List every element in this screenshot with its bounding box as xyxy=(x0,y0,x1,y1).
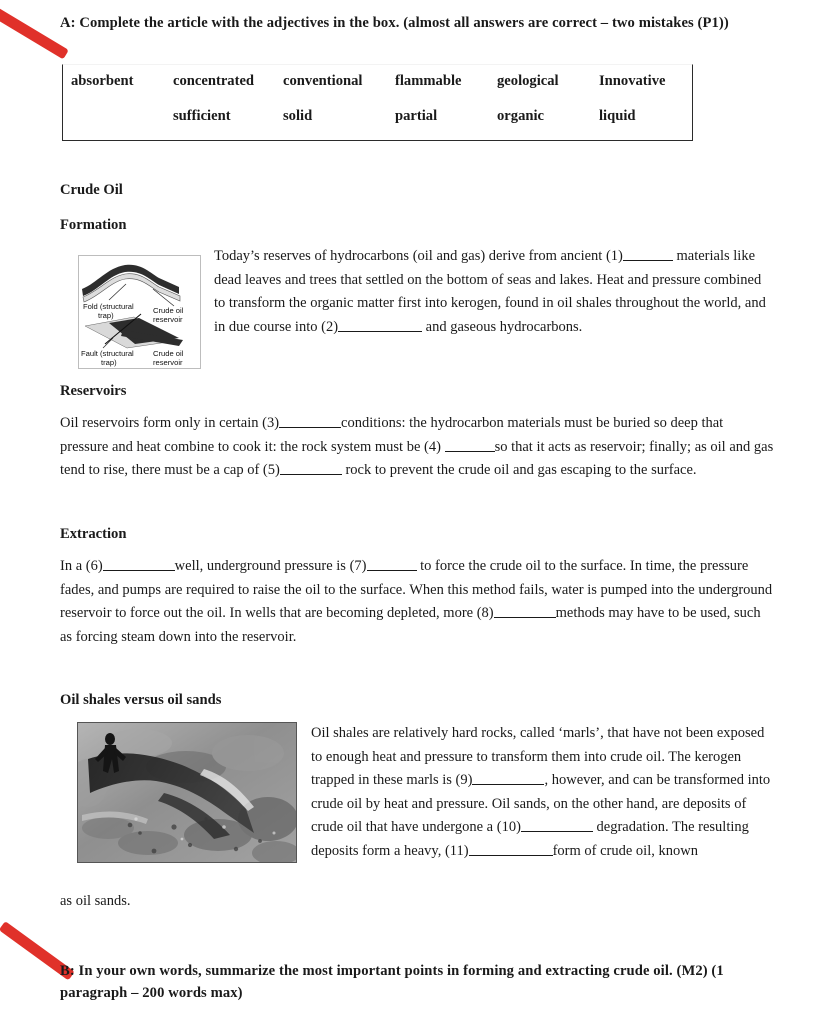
extraction-text-1: In a (6) xyxy=(60,558,103,574)
oil-shales-continuation: as oil sands. xyxy=(60,893,131,909)
task-b-heading: B: In your own words, summarize the most… xyxy=(60,963,724,1001)
extraction-paragraph: In a (6) well, underground pressure is (7… xyxy=(60,555,774,649)
answer-blank-7[interactable] xyxy=(366,556,417,571)
oil-shales-paragraph: Oil shales are relatively hard rocks, ca… xyxy=(311,722,773,864)
word-box-row: absorbent concentrated conventional flam… xyxy=(63,73,692,111)
document-page: A: Complete the article with the adjecti… xyxy=(0,0,833,1024)
task-a-heading: A: Complete the article with the adjecti… xyxy=(60,15,729,31)
formation-paragraph: Today’s reserves of hydrocarbons (oil an… xyxy=(214,245,774,339)
answer-blank-4[interactable] xyxy=(444,437,495,452)
reservoirs-text-4: rock to prevent the crude oil and gas es… xyxy=(345,462,697,479)
adjectives-word-box: absorbent concentrated conventional flam… xyxy=(62,64,693,141)
oil-shales-text-4: form of crude oil, known xyxy=(552,842,698,859)
section-heading-extraction: Extraction xyxy=(60,526,127,542)
word-item: geological xyxy=(497,73,559,89)
answer-blank-9[interactable] xyxy=(472,770,545,786)
answer-blank-5[interactable] xyxy=(279,460,342,476)
answer-blank-10[interactable] xyxy=(520,818,593,833)
word-item: liquid xyxy=(599,108,636,124)
word-box-row: sufficient solid partial organic liquid xyxy=(63,108,692,146)
section-heading-formation: Formation xyxy=(60,217,127,233)
formation-text-1: Today’s reserves of hydrocarbons (oil an… xyxy=(214,248,623,264)
structural-trap-diagram: Fold (structural trap) Crude oil reservo… xyxy=(78,255,201,369)
svg-text:Crude oil: Crude oil xyxy=(153,306,184,315)
word-item: solid xyxy=(283,108,313,124)
answer-blank-6[interactable] xyxy=(102,556,175,571)
answer-blank-11[interactable] xyxy=(468,841,553,856)
word-item: Innovative xyxy=(599,73,666,89)
word-item: organic xyxy=(497,108,545,124)
article-title: Crude Oil xyxy=(60,182,123,198)
section-heading-reservoirs: Reservoirs xyxy=(60,383,127,399)
oil-shale-outcrop-photo xyxy=(77,722,297,863)
svg-text:trap): trap) xyxy=(98,311,114,320)
word-item: flammable xyxy=(395,73,462,89)
svg-text:Fold (structural: Fold (structural xyxy=(83,302,134,311)
reservoirs-text-1: Oil reservoirs form only in certain (3) xyxy=(60,415,280,431)
word-item: sufficient xyxy=(173,108,231,124)
answer-blank-8[interactable] xyxy=(493,603,556,619)
svg-text:reservoir: reservoir xyxy=(153,358,183,367)
word-item: absorbent xyxy=(71,73,134,89)
svg-text:Fault (structural: Fault (structural xyxy=(81,349,134,358)
svg-text:trap): trap) xyxy=(101,358,117,367)
svg-text:Crude oil: Crude oil xyxy=(153,349,184,358)
answer-blank-3[interactable] xyxy=(279,413,342,428)
svg-text:reservoir: reservoir xyxy=(153,315,183,324)
formation-text-3: and gaseous hydrocarbons. xyxy=(425,318,583,335)
oil-shale-outcrop-graphic xyxy=(78,723,296,862)
answer-blank-2[interactable] xyxy=(338,317,423,332)
reservoirs-paragraph: Oil reservoirs form only in certain (3) c… xyxy=(60,412,774,483)
structural-trap-diagram-graphic: Fold (structural trap) Crude oil reservo… xyxy=(79,256,200,368)
section-heading-oil-shales: Oil shales versus oil sands xyxy=(60,692,222,708)
word-item: partial xyxy=(395,108,438,124)
extraction-text-2: well, underground pressure is (7) xyxy=(174,558,367,574)
red-arrow-top-icon xyxy=(0,6,69,60)
answer-blank-1[interactable] xyxy=(622,246,673,261)
word-item: conventional xyxy=(283,73,363,89)
word-item: concentrated xyxy=(173,73,255,89)
